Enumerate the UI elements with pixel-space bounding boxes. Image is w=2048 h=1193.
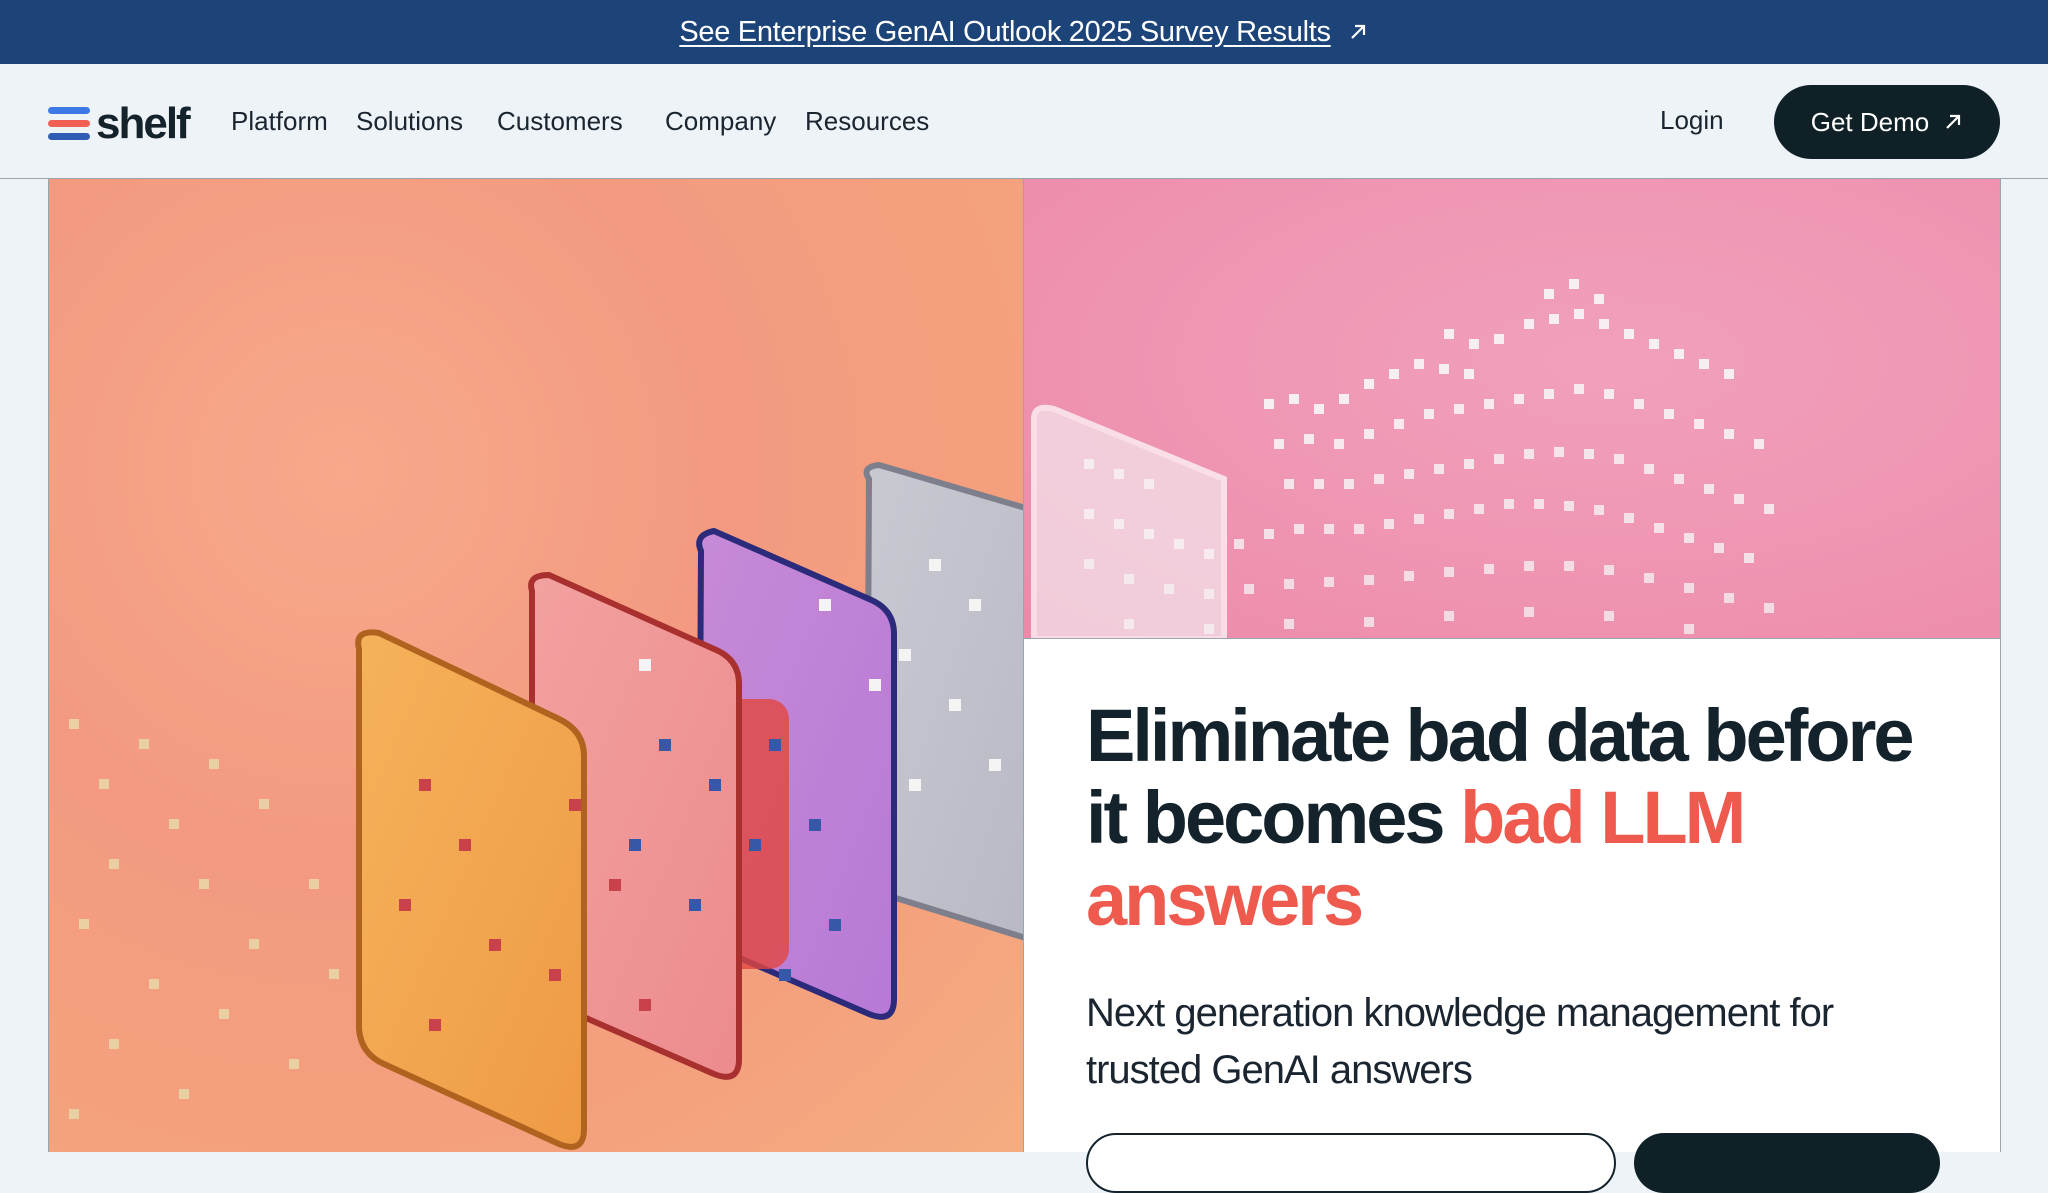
top-navigation: shelf Platform Solutions Customers Compa… <box>0 64 2048 179</box>
hero-subheadline: Next generation knowledge management for… <box>1086 991 1834 1092</box>
nav-company[interactable]: Company <box>665 106 776 137</box>
arrow-up-right-icon <box>1946 114 1961 129</box>
hero-illustration-left <box>48 179 1024 1152</box>
nav-platform[interactable]: Platform <box>231 106 328 137</box>
announcement-text: See Enterprise GenAI Outlook 2025 Survey… <box>679 15 1331 48</box>
nav-resources[interactable]: Resources <box>805 106 929 137</box>
hero-illustration-right <box>1024 179 2001 639</box>
glass-panels-illustration <box>69 461 1023 1150</box>
get-demo-button[interactable]: Get Demo <box>1774 85 2000 159</box>
hero-text-card: Eliminate bad data before it becomes bad… <box>1024 639 2001 1193</box>
login-link[interactable]: Login <box>1660 105 1724 136</box>
nav-customers[interactable]: Customers <box>497 106 623 137</box>
get-demo-label: Get Demo <box>1810 106 1930 137</box>
hero-cta-button[interactable] <box>1634 1133 1940 1193</box>
announcement-link[interactable]: See Enterprise GenAI Outlook 2025 Survey… <box>679 16 1368 49</box>
shelf-logo[interactable]: shelf <box>48 99 191 148</box>
email-input[interactable] <box>1086 1133 1616 1193</box>
hero-headline: Eliminate bad data before it becomes bad… <box>1086 695 1966 941</box>
nav-solutions[interactable]: Solutions <box>356 106 463 137</box>
logo-text: shelf <box>96 99 191 148</box>
cube-grid-illustration <box>1031 279 1774 638</box>
logo-icon <box>48 107 90 141</box>
arrow-up-right-icon <box>1350 24 1365 39</box>
announcement-bar: See Enterprise GenAI Outlook 2025 Survey… <box>0 0 2048 64</box>
